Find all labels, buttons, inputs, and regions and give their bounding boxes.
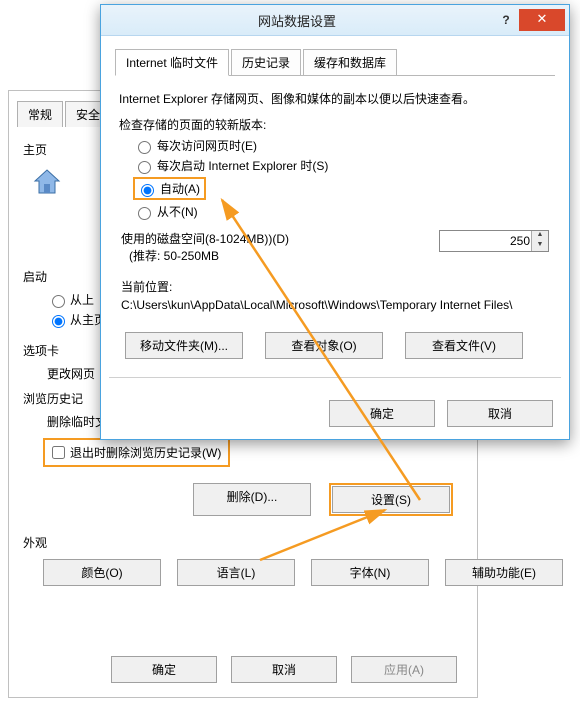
settings-button[interactable]: 设置(S)	[332, 486, 450, 513]
location-label: 当前位置:	[121, 278, 549, 296]
tab-history[interactable]: 历史记录	[231, 49, 301, 76]
tab-temp-files[interactable]: Internet 临时文件	[115, 49, 229, 76]
spinner-up-icon[interactable]: ▲	[532, 231, 548, 241]
exit-delete-row[interactable]: 退出时删除浏览历史记录(W)	[46, 441, 227, 464]
startup-from-last-label: 从上	[70, 291, 94, 308]
dialog-divider	[109, 377, 561, 378]
exit-delete-highlight: 退出时删除浏览历史记录(W)	[43, 438, 230, 467]
radio-every-visit[interactable]	[138, 141, 151, 154]
dialog-ok-button[interactable]: 确定	[329, 400, 435, 427]
help-button[interactable]: ?	[493, 13, 519, 27]
back-ok-button[interactable]: 确定	[111, 656, 217, 683]
disk-label-block: 使用的磁盘空间(8-1024MB))(D) (推荐: 50-250MB	[121, 230, 289, 264]
exit-delete-label: 退出时删除浏览历史记录(W)	[70, 444, 221, 461]
exit-delete-checkbox[interactable]	[52, 446, 65, 459]
dialog-cancel-button[interactable]: 取消	[447, 400, 553, 427]
radio-every-start[interactable]	[138, 161, 151, 174]
spinner-buttons[interactable]: ▲ ▼	[531, 231, 548, 251]
radio-every-start-row[interactable]: 每次启动 Internet Explorer 时(S)	[133, 157, 555, 174]
colors-button[interactable]: 颜色(O)	[43, 559, 161, 586]
dialog-title: 网站数据设置	[101, 11, 493, 30]
radio-auto-highlight: 自动(A)	[133, 177, 206, 200]
languages-button[interactable]: 语言(L)	[177, 559, 295, 586]
back-cancel-button[interactable]: 取消	[231, 656, 337, 683]
startup-from-last-radio[interactable]	[52, 295, 65, 308]
website-data-settings-dialog: 网站数据设置 ? ✕ Internet 临时文件 历史记录 缓存和数据库 Int…	[100, 4, 570, 440]
view-objects-button[interactable]: 查看对象(O)	[265, 332, 383, 359]
fonts-button[interactable]: 字体(N)	[311, 559, 429, 586]
back-apply-button[interactable]: 应用(A)	[351, 656, 457, 683]
disk-recommend: (推荐: 50-250MB	[129, 247, 289, 264]
disk-space-spinner[interactable]: 250 ▲ ▼	[439, 230, 549, 252]
close-button[interactable]: ✕	[519, 9, 565, 31]
home-icon	[31, 166, 63, 198]
location-path: C:\Users\kun\AppData\Local\Microsoft\Win…	[121, 296, 549, 314]
radio-never[interactable]	[138, 207, 151, 220]
tab-cache-db[interactable]: 缓存和数据库	[303, 49, 397, 76]
check-newer-label: 检查存储的页面的较新版本:	[119, 116, 551, 133]
radio-never-row[interactable]: 从不(N)	[133, 203, 555, 220]
tab-general[interactable]: 常规	[17, 101, 63, 127]
radio-auto-row[interactable]: 自动(A)	[136, 180, 200, 197]
dialog-tabs: Internet 临时文件 历史记录 缓存和数据库	[115, 48, 555, 76]
spinner-down-icon[interactable]: ▼	[532, 241, 548, 251]
radio-every-visit-row[interactable]: 每次访问网页时(E)	[133, 137, 555, 154]
disk-label: 使用的磁盘空间(8-1024MB))(D)	[121, 230, 289, 247]
startup-from-home-radio[interactable]	[52, 315, 65, 328]
settings-highlight: 设置(S)	[329, 483, 453, 516]
view-files-button[interactable]: 查看文件(V)	[405, 332, 523, 359]
radio-auto[interactable]	[141, 184, 154, 197]
radio-every-start-label: 每次启动 Internet Explorer 时(S)	[157, 157, 328, 174]
titlebar: 网站数据设置 ? ✕	[101, 5, 569, 36]
radio-never-label: 从不(N)	[157, 203, 198, 220]
accessibility-button[interactable]: 辅助功能(E)	[445, 559, 563, 586]
delete-button[interactable]: 删除(D)...	[193, 483, 311, 516]
move-folder-button[interactable]: 移动文件夹(M)...	[125, 332, 243, 359]
disk-space-value: 250	[510, 234, 530, 248]
dialog-description: Internet Explorer 存储网页、图像和媒体的副本以便以后快速查看。	[119, 90, 551, 108]
radio-every-visit-label: 每次访问网页时(E)	[157, 137, 257, 154]
section-appearance: 外观	[23, 534, 477, 551]
radio-auto-label: 自动(A)	[160, 180, 200, 197]
